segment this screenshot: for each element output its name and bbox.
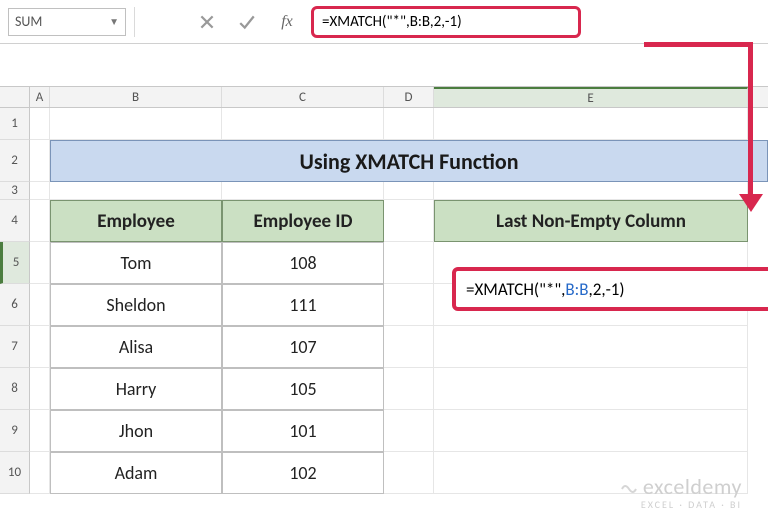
name-box[interactable]: SUM ▼ xyxy=(8,8,126,36)
grid-body: Using XMATCH Function Employee Employee … xyxy=(30,108,768,494)
row-1 xyxy=(30,108,768,140)
cell[interactable] xyxy=(384,326,434,368)
cell[interactable] xyxy=(30,242,50,284)
cell[interactable] xyxy=(50,108,222,140)
cell[interactable] xyxy=(384,200,434,242)
row-header-2[interactable]: 2 xyxy=(0,140,30,182)
cell[interactable] xyxy=(384,182,434,200)
cell[interactable] xyxy=(50,182,222,200)
cell[interactable] xyxy=(384,368,434,410)
row-header-1[interactable]: 1 xyxy=(0,108,30,140)
cell[interactable] xyxy=(30,140,50,182)
name-box-value: SUM xyxy=(15,13,42,30)
row-header-6[interactable]: 6 xyxy=(0,284,30,326)
cell[interactable] xyxy=(384,108,434,140)
watermark-text2: EXCEL · DATA · BI xyxy=(619,499,742,510)
fx-icon[interactable]: fx xyxy=(271,7,303,37)
cell[interactable] xyxy=(30,108,50,140)
row-header-9[interactable]: 9 xyxy=(0,410,30,452)
row-header-3[interactable]: 3 xyxy=(0,182,30,200)
row-header-4[interactable]: 4 xyxy=(0,200,30,242)
cell-c6[interactable]: 111 xyxy=(222,284,384,326)
cell[interactable] xyxy=(434,182,748,200)
row-2: Using XMATCH Function xyxy=(30,140,768,182)
formula-text: =XMATCH("*",B:B,2,-1) xyxy=(322,13,462,31)
cell[interactable] xyxy=(222,108,384,140)
row-4: Employee Employee ID Last Non-Empty Colu… xyxy=(30,200,768,242)
formula-ref: B:B xyxy=(565,279,588,300)
cell[interactable] xyxy=(384,452,434,494)
cell[interactable] xyxy=(30,452,50,494)
column-headers: A B C D E xyxy=(0,86,768,108)
col-header-b[interactable]: B xyxy=(50,87,222,107)
cell[interactable] xyxy=(30,326,50,368)
header-last-col[interactable]: Last Non-Empty Column xyxy=(434,200,748,242)
active-cell-e5[interactable]: =XMATCH("*",B:B,2,-1) xyxy=(452,267,768,311)
col-header-d[interactable]: D xyxy=(384,87,434,107)
col-header-e[interactable]: E xyxy=(434,87,748,107)
col-header-c[interactable]: C xyxy=(222,87,384,107)
cell[interactable] xyxy=(434,326,748,368)
header-employee[interactable]: Employee xyxy=(50,200,222,242)
formula-post: ,2,-1) xyxy=(588,279,624,300)
formula-bar-area: SUM ▼ fx =XMATCH("*",B:B,2,-1) xyxy=(0,0,768,44)
row-header-8[interactable]: 8 xyxy=(0,368,30,410)
cell[interactable] xyxy=(30,200,50,242)
title-cell[interactable]: Using XMATCH Function xyxy=(50,140,768,182)
cell-c7[interactable]: 107 xyxy=(222,326,384,368)
cell-c8[interactable]: 105 xyxy=(222,368,384,410)
cell-b10[interactable]: Adam xyxy=(50,452,222,494)
chevron-down-icon[interactable]: ▼ xyxy=(109,15,119,28)
callout-arrow xyxy=(744,42,758,212)
enter-icon[interactable] xyxy=(231,7,263,37)
col-header-a[interactable]: A xyxy=(30,87,50,107)
row-header-10[interactable]: 10 xyxy=(0,452,30,494)
cell[interactable] xyxy=(384,410,434,452)
formula-pre: =XMATCH("*", xyxy=(466,279,565,300)
cell[interactable] xyxy=(434,410,748,452)
formula-input[interactable]: =XMATCH("*",B:B,2,-1) xyxy=(311,6,581,38)
select-all-corner[interactable] xyxy=(0,87,30,107)
row-header-5[interactable]: 5 xyxy=(0,242,30,284)
cell[interactable] xyxy=(434,368,748,410)
cancel-icon[interactable] xyxy=(191,7,223,37)
row-headers: 1 2 3 4 5 6 7 8 9 10 xyxy=(0,108,30,494)
cell-b7[interactable]: Alisa xyxy=(50,326,222,368)
row-7: Alisa 107 xyxy=(30,326,768,368)
cell[interactable] xyxy=(434,108,748,140)
cell-c5[interactable]: 108 xyxy=(222,242,384,284)
cell[interactable] xyxy=(30,284,50,326)
cell-b9[interactable]: Jhon xyxy=(50,410,222,452)
spreadsheet-grid: 1 2 3 4 5 6 7 8 9 10 Using XMATCH Functi… xyxy=(0,108,768,494)
row-3 xyxy=(30,182,768,200)
row-9: Jhon 101 xyxy=(30,410,768,452)
row-8: Harry 105 xyxy=(30,368,768,410)
cell[interactable] xyxy=(30,368,50,410)
row-header-7[interactable]: 7 xyxy=(0,326,30,368)
cell-c10[interactable]: 102 xyxy=(222,452,384,494)
header-employee-id[interactable]: Employee ID xyxy=(222,200,384,242)
cell-b6[interactable]: Sheldon xyxy=(50,284,222,326)
watermark: exceldemy EXCEL · DATA · BI xyxy=(619,475,742,510)
cell[interactable] xyxy=(384,242,434,284)
cell-c9[interactable]: 101 xyxy=(222,410,384,452)
cell[interactable] xyxy=(30,410,50,452)
cell[interactable] xyxy=(384,284,434,326)
cell[interactable] xyxy=(222,182,384,200)
cell-b8[interactable]: Harry xyxy=(50,368,222,410)
separator xyxy=(134,7,135,37)
cell[interactable] xyxy=(30,182,50,200)
cell-b5[interactable]: Tom xyxy=(50,242,222,284)
watermark-text1: exceldemy xyxy=(643,473,742,500)
